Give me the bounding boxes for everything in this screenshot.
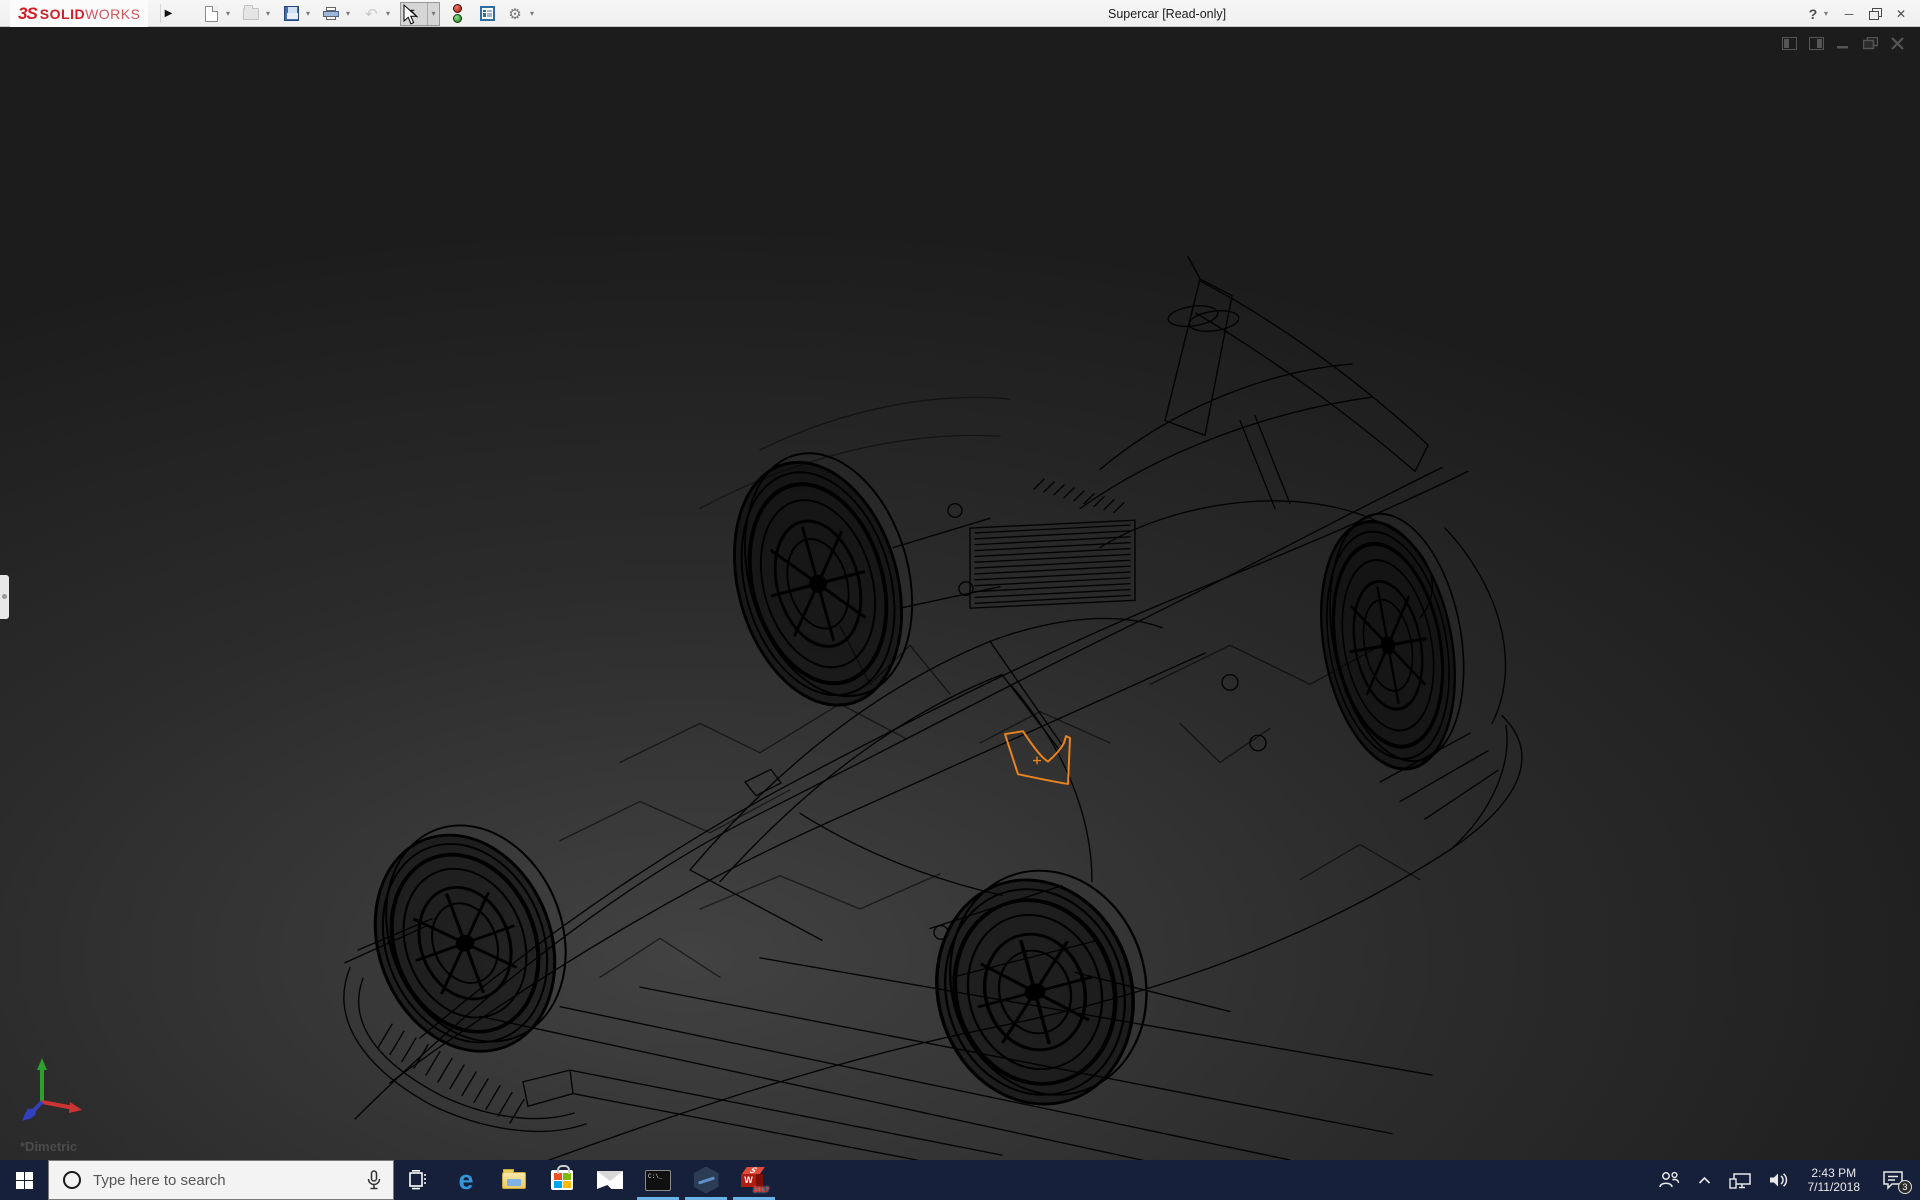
taskbar-search[interactable] bbox=[48, 1160, 394, 1200]
taskbar-mail-button[interactable] bbox=[586, 1160, 634, 1200]
front-right-wheel bbox=[910, 849, 1173, 1126]
clock[interactable]: 2:43 PM 7/11/2018 bbox=[1800, 1160, 1869, 1200]
child-close-button[interactable] bbox=[1888, 35, 1906, 51]
hidden-icons-chevron[interactable] bbox=[1691, 1160, 1718, 1200]
action-center-button[interactable]: 3 bbox=[1872, 1160, 1914, 1200]
logo-text-solid: SOLID bbox=[40, 6, 85, 22]
tray-time: 2:43 PM bbox=[1811, 1166, 1856, 1180]
hexagon-app-icon bbox=[694, 1167, 719, 1194]
child-minimize-button[interactable] bbox=[1834, 35, 1852, 51]
file-explorer-icon bbox=[502, 1172, 526, 1189]
minimize-button[interactable]: ─ bbox=[1838, 4, 1860, 24]
command-prompt-icon: C:\_ bbox=[645, 1170, 671, 1191]
open-caret-icon[interactable]: ▾ bbox=[262, 9, 274, 18]
people-icon bbox=[1658, 1171, 1680, 1189]
solidworks-window: 3S SOLID WORKS ▶ ▾ ▾ ▾ ▾ ↷ ▾ ↖ ▾ bbox=[0, 0, 1920, 1200]
options-caret-icon[interactable]: ▾ bbox=[526, 9, 538, 18]
people-button[interactable] bbox=[1651, 1160, 1687, 1200]
new-document-icon bbox=[205, 6, 218, 22]
taskbar-hexagon-app-button[interactable] bbox=[682, 1160, 730, 1200]
title-bar: 3S SOLID WORKS ▶ ▾ ▾ ▾ ▾ ↷ ▾ ↖ ▾ bbox=[0, 0, 1920, 27]
windows-logo-icon bbox=[16, 1172, 33, 1189]
volume-button[interactable] bbox=[1762, 1160, 1796, 1200]
taskbar-file-explorer-button[interactable] bbox=[490, 1160, 538, 1200]
edge-icon: e bbox=[458, 1165, 473, 1196]
document-window-controls bbox=[1780, 35, 1906, 51]
logo-text-works: WORKS bbox=[85, 6, 140, 22]
mail-icon bbox=[597, 1171, 623, 1189]
traffic-light-button[interactable] bbox=[446, 3, 468, 25]
traffic-light-icon bbox=[453, 4, 462, 23]
notification-badge: 3 bbox=[1898, 1180, 1912, 1194]
properties-icon bbox=[480, 6, 495, 21]
mouse-cursor-icon bbox=[403, 4, 419, 26]
close-button[interactable]: ✕ bbox=[1890, 4, 1912, 24]
save-button[interactable] bbox=[280, 3, 302, 25]
reference-triad-icon bbox=[16, 1054, 86, 1122]
help-button[interactable]: ? bbox=[1806, 4, 1820, 24]
restore-icon bbox=[1869, 8, 1882, 20]
taskbar-cmd-button[interactable]: C:\_ bbox=[634, 1160, 682, 1200]
undo-button[interactable]: ↷ bbox=[360, 3, 382, 25]
ds-monogram-icon: 3S bbox=[18, 4, 37, 24]
solidworks-logo: 3S SOLID WORKS bbox=[10, 0, 148, 27]
speaker-icon bbox=[1769, 1172, 1789, 1188]
properties-button[interactable] bbox=[476, 3, 498, 25]
front-left-wheel bbox=[343, 801, 597, 1076]
child-restore-button[interactable] bbox=[1861, 35, 1879, 51]
network-button[interactable] bbox=[1722, 1160, 1758, 1200]
print-button[interactable] bbox=[320, 3, 342, 25]
print-icon bbox=[323, 7, 339, 20]
options-button[interactable]: ⚙ bbox=[504, 3, 526, 25]
save-floppy-icon bbox=[284, 6, 299, 21]
taskbar-store-button[interactable] bbox=[538, 1160, 586, 1200]
cortana-icon bbox=[63, 1171, 81, 1189]
start-button[interactable] bbox=[0, 1160, 48, 1200]
open-folder-icon bbox=[243, 8, 259, 20]
microphone-icon[interactable] bbox=[367, 1170, 381, 1190]
document-title: Supercar [Read-only] bbox=[1108, 0, 1226, 27]
microsoft-store-icon bbox=[551, 1170, 573, 1190]
window-controls: ? ▾ ─ ✕ bbox=[1806, 0, 1912, 27]
display-pane-right-button[interactable] bbox=[1807, 35, 1825, 51]
task-view-icon bbox=[407, 1170, 429, 1190]
gear-icon: ⚙ bbox=[508, 5, 521, 23]
wireframe-car-model[interactable] bbox=[0, 27, 1920, 1160]
restore-button[interactable] bbox=[1864, 4, 1886, 24]
new-caret-icon[interactable]: ▾ bbox=[222, 9, 234, 18]
windows-taskbar: e C:\_ S W 2017 bbox=[0, 1160, 1920, 1200]
solidworks-2017-icon: S W 2017 bbox=[741, 1167, 767, 1194]
network-icon bbox=[1729, 1172, 1751, 1189]
task-view-button[interactable] bbox=[394, 1160, 442, 1200]
standard-toolbar: ▾ ▾ ▾ ▾ ↷ ▾ ↖ ▾ ⚙ ▾ bbox=[200, 0, 544, 27]
graphics-viewport[interactable]: *Dimetric bbox=[0, 27, 1920, 1160]
tray-date: 7/11/2018 bbox=[1808, 1180, 1861, 1194]
panel-tab-dot-icon bbox=[2, 594, 7, 599]
display-pane-left-button[interactable] bbox=[1780, 35, 1798, 51]
open-button[interactable] bbox=[240, 3, 262, 25]
feature-panel-tab[interactable] bbox=[0, 575, 9, 619]
undo-icon: ↷ bbox=[365, 5, 378, 23]
undo-caret-icon[interactable]: ▾ bbox=[382, 9, 394, 18]
rear-right-wheel bbox=[1302, 503, 1484, 779]
search-input[interactable] bbox=[93, 1172, 333, 1189]
chevron-up-icon bbox=[1698, 1176, 1711, 1185]
help-caret-icon[interactable]: ▾ bbox=[1824, 9, 1834, 18]
select-caret-icon[interactable]: ▾ bbox=[427, 3, 439, 25]
taskbar-solidworks-button[interactable]: S W 2017 bbox=[730, 1160, 778, 1200]
taskbar-edge-button[interactable]: e bbox=[442, 1160, 490, 1200]
system-tray: 2:43 PM 7/11/2018 3 bbox=[1651, 1160, 1920, 1200]
save-caret-icon[interactable]: ▾ bbox=[302, 9, 314, 18]
view-orientation-label: *Dimetric bbox=[20, 1139, 77, 1154]
print-caret-icon[interactable]: ▾ bbox=[342, 9, 354, 18]
menu-flyout-arrow-icon[interactable]: ▶ bbox=[160, 4, 176, 23]
new-document-button[interactable] bbox=[200, 3, 222, 25]
rear-left-wheel bbox=[707, 435, 940, 724]
